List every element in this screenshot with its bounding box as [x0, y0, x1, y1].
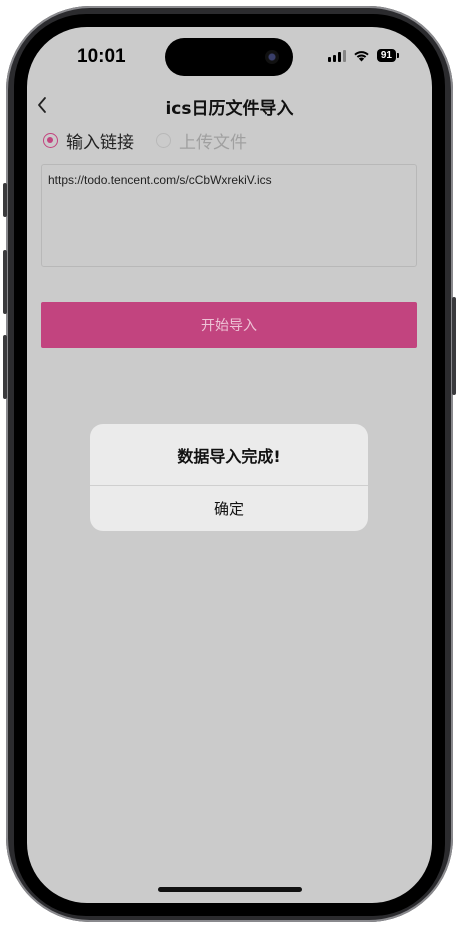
action-button [3, 183, 7, 217]
url-input[interactable]: https://todo.tencent.com/s/cCbWxrekiV.ic… [41, 164, 417, 267]
home-indicator[interactable] [158, 887, 302, 892]
radio-label: 输入链接 [66, 133, 134, 153]
radio-unchecked-icon [156, 133, 171, 148]
radio-checked-icon [43, 133, 58, 148]
status-time: 10:01 [77, 46, 126, 67]
completion-dialog: 数据导入完成! 确定 [90, 424, 368, 531]
app-screen: 10:01 91 ics日历文件导入 输入链接 上传文件 https://tod… [27, 27, 432, 903]
radio-input-link[interactable]: 输入链接 [43, 128, 134, 153]
page-title: ics日历文件导入 [165, 99, 294, 119]
wifi-icon [353, 49, 370, 62]
radio-upload-file[interactable]: 上传文件 [156, 128, 247, 153]
camera-icon [265, 50, 279, 64]
signal-icon [327, 49, 346, 62]
dialog-message: 数据导入完成! [90, 424, 368, 486]
status-icons: 91 [327, 49, 400, 62]
dynamic-island [165, 38, 293, 76]
power-button [452, 297, 456, 395]
confirm-button[interactable]: 确定 [90, 486, 368, 531]
volume-up-button [3, 250, 7, 314]
source-options: 输入链接 上传文件 [43, 128, 269, 153]
start-import-button[interactable]: 开始导入 [41, 302, 417, 348]
battery-icon: 91 [376, 49, 400, 62]
radio-label: 上传文件 [179, 133, 247, 153]
volume-down-button [3, 335, 7, 399]
